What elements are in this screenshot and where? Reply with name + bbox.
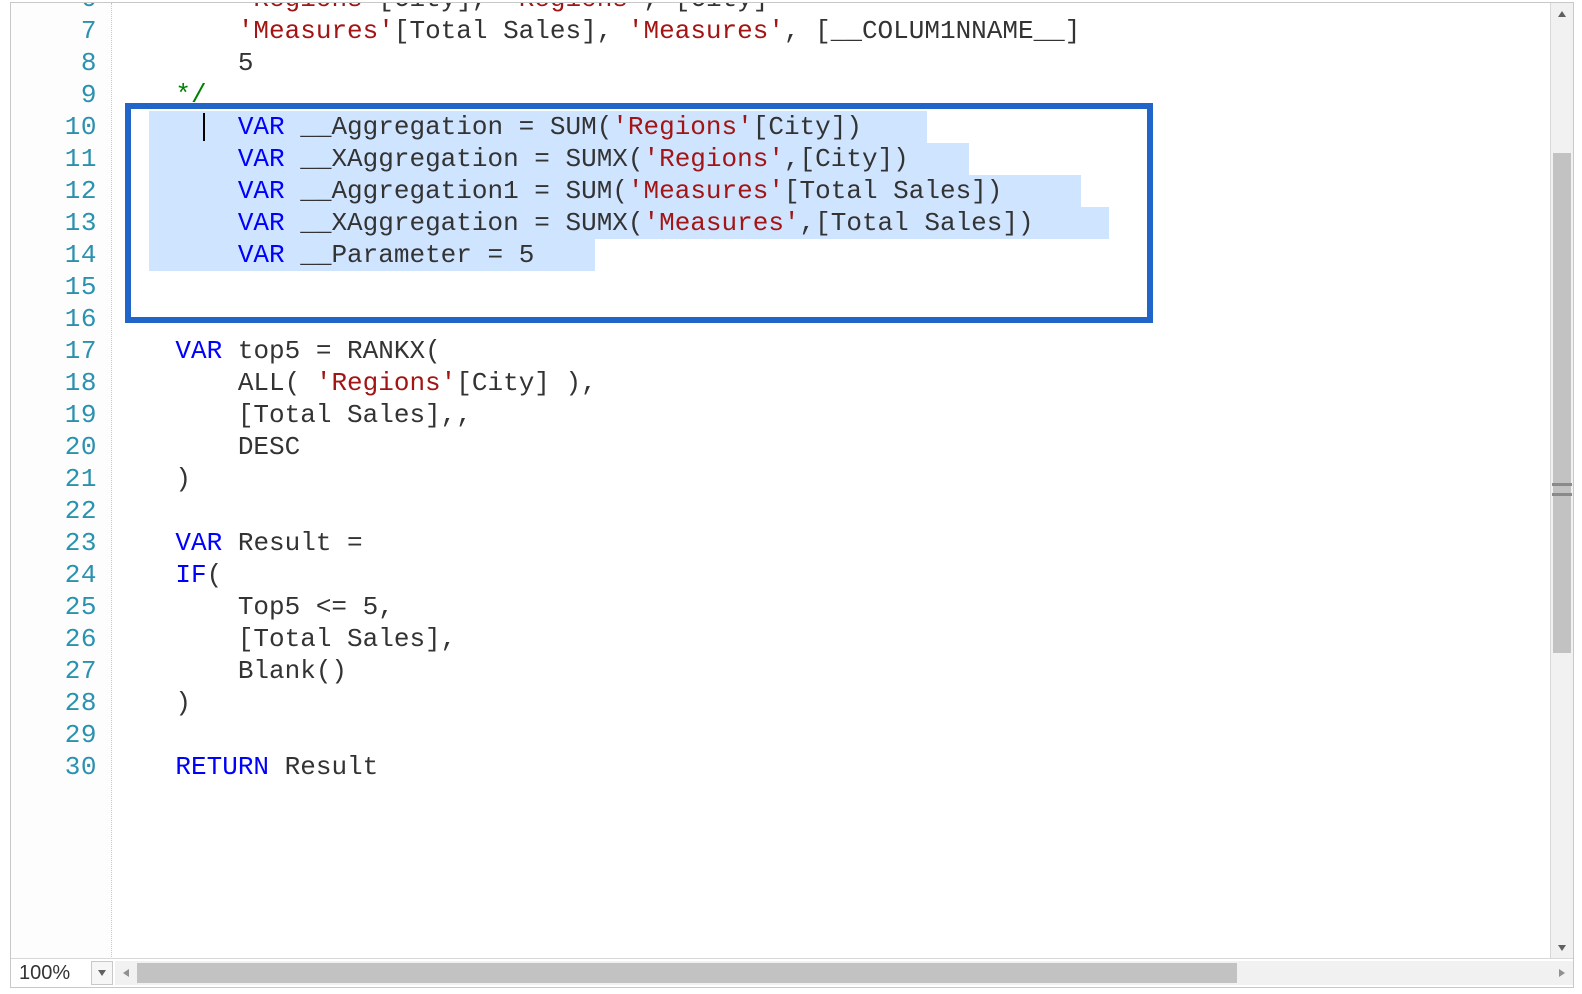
line-number: 28 [11,687,97,719]
scroll-marker [1552,493,1572,496]
zoom-dropdown-button[interactable] [91,961,113,985]
line-number: 7 [11,15,97,47]
code-line[interactable]: VAR __Aggregation = SUM('Regions'[City]) [113,111,862,143]
code-line[interactable] [113,303,129,335]
scroll-down-button[interactable] [1551,937,1573,959]
code-line[interactable]: 'Measures'[Total Sales], 'Measures', [__… [113,15,1080,47]
code-line[interactable]: Blank() [113,655,347,687]
line-number: 22 [11,495,97,527]
scroll-up-button[interactable] [1551,3,1573,25]
code-line[interactable]: 'Regions'[City], 'Regions', [City] [113,3,768,15]
code-line[interactable]: VAR __XAggregation = SUMX('Measures',[To… [113,207,1034,239]
code-line[interactable]: VAR __XAggregation = SUMX('Regions',[Cit… [113,143,909,175]
line-number: 23 [11,527,97,559]
horizontal-scrollbar[interactable] [115,961,1573,985]
line-number: 14 [11,239,97,271]
line-number: 16 [11,303,97,335]
line-number: 13 [11,207,97,239]
line-number: 17 [11,335,97,367]
line-number: 8 [11,47,97,79]
line-number-gutter: 6789101112131415161718192021222324252627… [11,3,113,959]
line-number: 10 [11,111,97,143]
line-number: 27 [11,655,97,687]
scroll-marker [1552,483,1572,486]
scroll-right-button[interactable] [1551,961,1573,985]
line-number: 21 [11,463,97,495]
line-number: 11 [11,143,97,175]
horizontal-scrollbar-thumb[interactable] [137,963,1237,983]
vertical-scrollbar[interactable] [1550,3,1573,959]
code-line[interactable]: ) [113,463,191,495]
code-line[interactable]: VAR Result = [113,527,363,559]
zoom-level-label: 100% [11,962,91,985]
bottom-strip: 100% [11,958,1573,987]
line-number: 24 [11,559,97,591]
code-line[interactable]: VAR top5 = RANKX( [113,335,441,367]
code-line[interactable] [113,719,129,751]
text-caret [203,113,205,141]
code-line[interactable]: [Total Sales], [113,623,456,655]
code-line[interactable]: 5 [113,47,253,79]
code-line[interactable]: */ [113,79,207,111]
line-number: 6 [11,3,97,15]
vertical-scrollbar-thumb[interactable] [1553,153,1571,653]
editor-pane: 6789101112131415161718192021222324252627… [10,2,1574,988]
code-line[interactable]: [Total Sales],, [113,399,472,431]
horizontal-scrollbar-track[interactable] [137,961,1551,985]
code-line[interactable]: Top5 <= 5, [113,591,394,623]
chevron-down-icon [1557,943,1567,953]
code-line[interactable]: DESC [113,431,300,463]
code-surface[interactable]: 'Regions'[City], 'Regions', [City] 'Meas… [113,3,1551,959]
chevron-right-icon [1557,968,1567,978]
line-number: 30 [11,751,97,783]
line-number: 29 [11,719,97,751]
line-number: 15 [11,271,97,303]
line-number: 25 [11,591,97,623]
line-number: 26 [11,623,97,655]
code-line[interactable]: IF( [113,559,222,591]
code-line[interactable]: ) [113,687,191,719]
code-line[interactable]: VAR __Parameter = 5 [113,239,534,271]
zoom-control[interactable]: 100% [11,959,113,987]
line-number: 12 [11,175,97,207]
line-number: 9 [11,79,97,111]
chevron-up-icon [1557,9,1567,19]
code-line[interactable] [113,271,129,303]
gutter-divider [111,3,112,959]
code-line[interactable]: RETURN Result [113,751,378,783]
editor-area[interactable]: 6789101112131415161718192021222324252627… [11,3,1551,959]
code-line[interactable] [113,495,129,527]
chevron-down-icon [97,968,107,978]
code-line[interactable]: VAR __Aggregation1 = SUM('Measures'[Tota… [113,175,1002,207]
line-number: 18 [11,367,97,399]
code-line[interactable]: ALL( 'Regions'[City] ), [113,367,597,399]
scroll-left-button[interactable] [115,961,137,985]
chevron-left-icon [121,968,131,978]
line-number: 19 [11,399,97,431]
line-number: 20 [11,431,97,463]
